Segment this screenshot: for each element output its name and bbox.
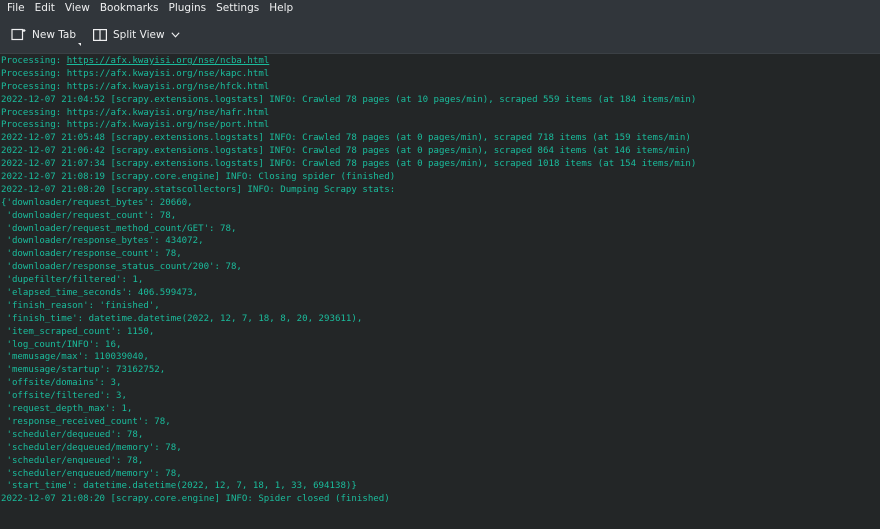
terminal-line: 'memusage/startup': 73162752, [1,365,166,376]
terminal-line: 2022-12-07 21:08:20 [scrapy.core.engine]… [1,494,390,505]
terminal-line: 'memusage/max': 110039040, [1,352,149,363]
terminal-line: 'offsite/filtered': 3, [1,391,127,402]
terminal-line: 'finish_reason': 'finished', [1,300,160,311]
terminal-line: 2022-12-07 21:08:19 [scrapy.core.engine]… [1,172,396,183]
new-tab-menu-indicator-icon [78,42,82,46]
terminal-line: 'response_received_count': 78, [1,416,171,427]
terminal-line: Processing: https://afx.kwayisi.org/nse/… [0,55,880,68]
terminal-line: Processing: https://afx.kwayisi.org/nse/… [1,68,270,79]
terminal-link[interactable]: https://afx.kwayisi.org/nse/ncba.html [67,56,270,66]
terminal-line: 2022-12-07 21:08:20 [scrapy.statscollect… [1,184,396,195]
terminal-line: 'downloader/request_count': 78, [1,210,177,221]
terminal-line: 'offsite/domains': 3, [1,378,122,389]
menubar: File Edit View Bookmarks Plugins Setting… [0,0,880,16]
split-view-button[interactable]: Split View [90,22,186,48]
split-view-icon [93,28,108,41]
terminal-line: Processing: https://afx.kwayisi.org/nse/… [1,120,270,131]
terminal-line: 'scheduler/dequeued': 78, [1,429,144,440]
menu-bookmarks[interactable]: Bookmarks [97,0,166,16]
menu-file[interactable]: File [4,0,32,16]
terminal-line-prefix: Processing: [1,56,67,66]
terminal-line: 'downloader/response_status_count/200': … [1,262,242,273]
new-tab-icon [11,28,26,41]
terminal-line: 'elapsed_time_seconds': 406.599473, [1,288,199,299]
new-tab-button[interactable]: New Tab [8,22,82,48]
terminal-line: 'dupefilter/filtered': 1, [1,275,144,286]
terminal-line: 'finish_time': datetime.datetime(2022, 1… [1,313,363,324]
chevron-down-icon[interactable] [170,31,180,38]
terminal-line: Processing: https://afx.kwayisi.org/nse/… [1,107,270,118]
toolbar: New Tab Split View [0,16,880,54]
terminal-line: 2022-12-07 21:06:42 [scrapy.extensions.l… [1,146,691,157]
terminal-line: 'log_count/INFO': 16, [1,339,122,350]
terminal-line: 2022-12-07 21:05:48 [scrapy.extensions.l… [1,133,691,144]
terminal-line: 'scheduler/dequeued/memory': 78, [1,442,182,453]
terminal-line: 'downloader/response_bytes': 434072, [1,236,204,247]
terminal-line: 'item_scraped_count': 1150, [1,326,155,337]
terminal-line: 'scheduler/enqueued': 78, [1,455,144,466]
terminal-line: 'scheduler/enqueued/memory': 78, [1,468,182,479]
menu-edit[interactable]: Edit [32,0,62,16]
terminal-line: 'request_depth_max': 1, [1,404,133,415]
terminal-output[interactable]: Processing: https://afx.kwayisi.org/nse/… [0,54,880,529]
menu-settings[interactable]: Settings [213,0,266,16]
terminal-line: 2022-12-07 21:07:34 [scrapy.extensions.l… [1,159,697,170]
terminal-line: 'downloader/request_method_count/GET': 7… [1,223,237,234]
terminal-line: {'downloader/request_bytes': 20660, [1,197,193,208]
new-tab-label: New Tab [32,28,77,41]
split-view-label: Split View [113,28,165,41]
terminal-line: 2022-12-07 21:04:52 [scrapy.extensions.l… [1,94,697,105]
menu-view[interactable]: View [62,0,97,16]
terminal-line: 'downloader/response_count': 78, [1,249,182,260]
menu-help[interactable]: Help [266,0,300,16]
terminal-line: Processing: https://afx.kwayisi.org/nse/… [1,81,270,92]
terminal-line: 'start_time': datetime.datetime(2022, 12… [1,481,357,492]
menu-plugins[interactable]: Plugins [166,0,214,16]
